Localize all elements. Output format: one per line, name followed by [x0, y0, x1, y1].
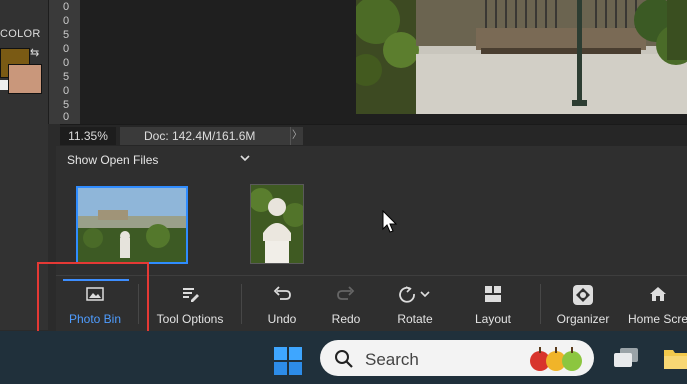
windows-taskbar: Search	[0, 331, 687, 384]
layout-icon	[460, 284, 526, 312]
undo-label: Undo	[267, 312, 297, 326]
ruler-digit: 5	[63, 71, 70, 83]
toolbar-divider	[241, 284, 242, 324]
swap-colors-icon[interactable]: ⇆	[30, 46, 39, 59]
layout-button[interactable]: Layout	[460, 276, 526, 332]
tool-options-icon	[150, 284, 230, 312]
redo-label: Redo	[331, 312, 361, 326]
ruler-digit: 5	[63, 99, 70, 111]
chevron-down-icon[interactable]	[239, 151, 251, 169]
ruler-digit: 0	[63, 57, 70, 69]
photo-bin-panel: Show Open Files	[56, 146, 687, 275]
taskbar-search-box[interactable]: Search	[320, 340, 594, 376]
redo-button[interactable]: Redo	[318, 276, 374, 332]
home-icon	[628, 284, 687, 312]
organizer-label: Organizer	[556, 312, 610, 326]
ruler-digit: 5	[63, 29, 70, 41]
vertical-ruler: 0 0 5 0 0 5 0 5 0	[48, 0, 81, 124]
tool-options-button[interactable]: Tool Options	[150, 276, 230, 332]
toolbar-divider	[540, 284, 541, 324]
home-screen-button[interactable]: Home Scre	[628, 276, 687, 332]
rotate-label: Rotate	[397, 312, 433, 326]
layout-label: Layout	[474, 312, 512, 326]
rotate-icon	[386, 284, 444, 312]
redo-icon	[318, 284, 374, 312]
open-photo[interactable]	[356, 0, 687, 114]
ruler-digit: 0	[63, 111, 70, 123]
background-color-swatch[interactable]	[8, 64, 42, 94]
status-bar: 11.35% Doc: 142.4M/161.6M 〉	[60, 124, 687, 147]
ruler-digit: 0	[63, 85, 70, 97]
zoom-level-field[interactable]: 11.35%	[60, 127, 116, 145]
organizer-button[interactable]: Organizer	[550, 276, 616, 332]
ruler-digit: 0	[63, 15, 70, 27]
mouse-cursor-icon	[382, 209, 398, 239]
windows-start-icon[interactable]	[273, 346, 303, 381]
undo-button[interactable]: Undo	[254, 276, 310, 332]
thumbnail-bust-statue[interactable]	[250, 184, 304, 264]
thumbnail-city-panorama[interactable]	[76, 186, 188, 264]
default-colors-icon[interactable]	[0, 80, 8, 90]
ruler-digit: 0	[63, 1, 70, 13]
bin-toolbar: Photo Bin Tool Options Undo Redo Rotate …	[56, 275, 687, 332]
home-screen-label: Home Scre	[628, 312, 687, 326]
undo-icon	[254, 284, 310, 312]
search-placeholder: Search	[365, 350, 419, 369]
file-explorer-icon[interactable]	[664, 347, 687, 374]
show-open-files-dropdown[interactable]: Show Open Files	[67, 153, 158, 167]
task-view-icon[interactable]	[612, 347, 640, 374]
status-menu-arrow[interactable]: 〉	[290, 127, 303, 145]
color-label: COLOR	[0, 28, 41, 40]
tool-options-label: Tool Options	[156, 312, 224, 326]
organizer-icon	[550, 284, 616, 312]
ruler-digit: 0	[63, 43, 70, 55]
rotate-button[interactable]: Rotate	[386, 276, 444, 332]
document-info: Doc: 142.4M/161.6M	[120, 127, 290, 145]
search-icon	[334, 349, 354, 374]
fruit-highlight-icon	[528, 343, 588, 378]
